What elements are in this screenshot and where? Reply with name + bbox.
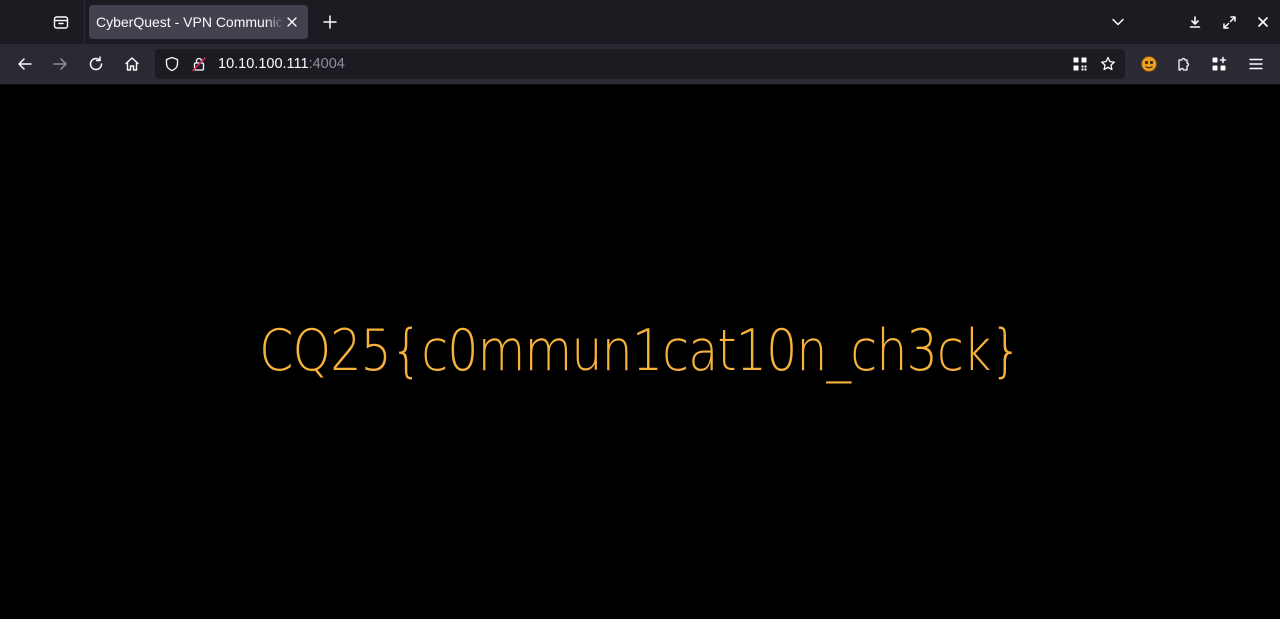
close-icon [1258,17,1268,27]
puzzle-icon [1176,56,1192,72]
navigation-toolbar: 10.10.100.111:4004 [0,44,1280,85]
page-content: CQ25{c0mmun1cat10n_ch3ck} [0,85,1280,619]
close-window-button[interactable] [1248,7,1278,37]
expand-icon [1222,15,1236,29]
tab-list-button[interactable] [45,7,77,37]
flag-text: CQ25{c0mmun1cat10n_ch3ck} [259,318,1022,384]
shield-icon [164,56,180,72]
forward-button[interactable] [44,48,76,80]
reload-button[interactable] [80,48,112,80]
url-host: 10.10.100.111 [218,56,309,72]
bookmark-star-button[interactable] [1096,52,1120,76]
tab-title: CyberQuest - VPN Communication Check [96,14,284,30]
fullscreen-button[interactable] [1214,7,1244,37]
url-text: 10.10.100.111:4004 [218,49,345,79]
site-info-button[interactable] [187,52,211,76]
tab-strip: CyberQuest - VPN Communication Check [0,0,1280,44]
home-button[interactable] [116,48,148,80]
apps-grid-icon [1211,56,1227,72]
back-arrow-icon [17,56,33,72]
plus-icon [323,15,337,29]
chevron-down-icon [1111,15,1125,29]
qr-code-button[interactable] [1068,52,1092,76]
reload-icon [88,56,104,72]
new-tab-button[interactable] [315,7,345,37]
back-button[interactable] [9,48,41,80]
forward-arrow-icon [52,56,68,72]
close-icon [287,17,297,27]
star-icon [1100,56,1116,72]
app-menu-button[interactable] [1240,48,1272,80]
tab-list-icon [53,14,69,30]
downloads-button[interactable] [1180,7,1210,37]
apps-button[interactable] [1203,48,1235,80]
tab-separator [84,0,85,44]
qr-code-icon [1072,56,1088,72]
active-tab[interactable]: CyberQuest - VPN Communication Check [89,5,308,39]
extension-button[interactable] [1133,48,1165,80]
tracking-protection-button[interactable] [160,52,184,76]
list-all-tabs-button[interactable] [1103,7,1133,37]
hamburger-menu-icon [1248,56,1264,72]
extension-avatar-icon [1140,55,1158,73]
download-icon [1189,16,1201,28]
insecure-lock-icon [191,56,207,72]
home-icon [124,56,140,72]
extensions-button[interactable] [1168,48,1200,80]
address-bar[interactable]: 10.10.100.111:4004 [155,49,1125,79]
url-port: :4004 [308,56,345,72]
tab-close-button[interactable] [282,12,302,32]
